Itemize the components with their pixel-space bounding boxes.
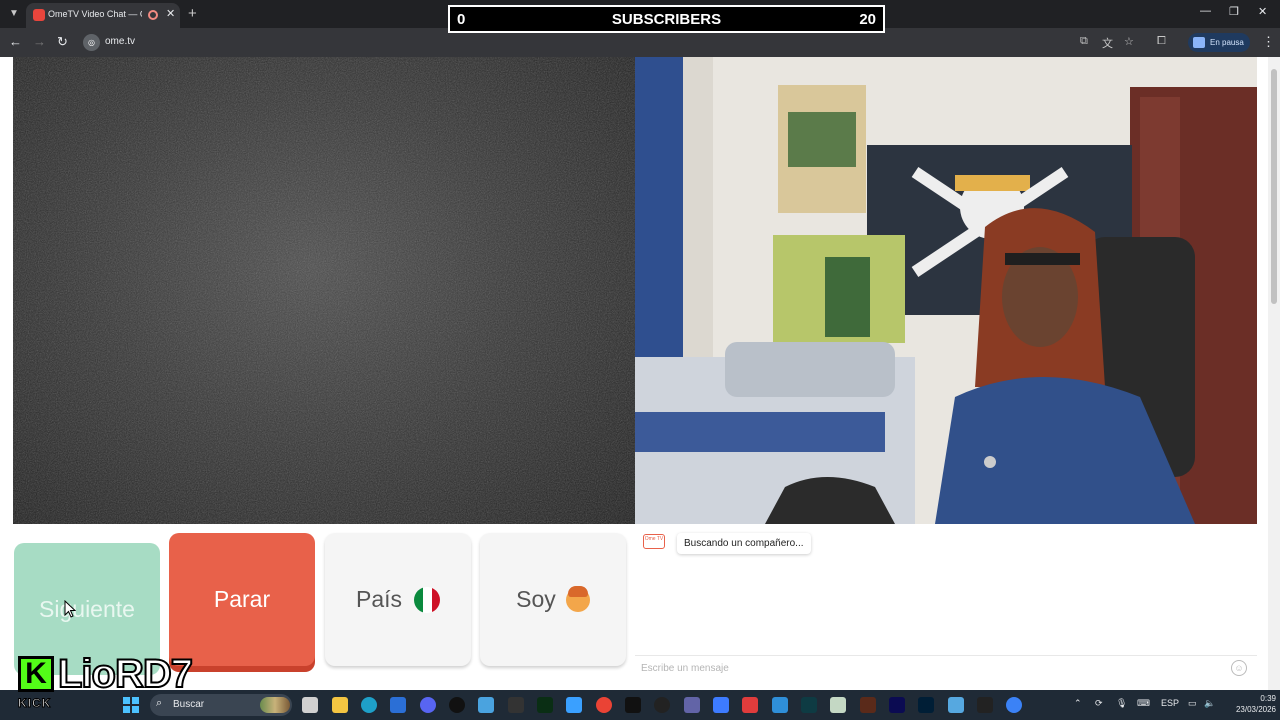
stop-button[interactable]: Parar bbox=[169, 533, 315, 666]
boy-emoji-icon bbox=[565, 585, 590, 612]
mouse-cursor-icon bbox=[64, 600, 76, 618]
edge-browser-icon[interactable] bbox=[361, 697, 377, 713]
translate-icon[interactable]: 文 bbox=[1102, 35, 1113, 51]
app-icon-8[interactable] bbox=[948, 697, 964, 713]
tab-search-icon[interactable]: ▼ bbox=[6, 6, 22, 22]
tiktok-icon[interactable] bbox=[625, 697, 641, 713]
app-icon-10[interactable] bbox=[1006, 697, 1022, 713]
subs-title: SUBSCRIBERS bbox=[611, 11, 722, 28]
premiere-icon[interactable] bbox=[889, 697, 905, 713]
chat-input-bar: ☺ bbox=[635, 655, 1257, 679]
epic-games-icon[interactable] bbox=[508, 697, 524, 713]
kick-logo-icon: K bbox=[18, 656, 54, 692]
mexico-flag-icon bbox=[414, 586, 441, 613]
stranger-video-static bbox=[13, 57, 635, 524]
discord-icon[interactable] bbox=[420, 697, 436, 713]
back-arrow-icon[interactable]: ← bbox=[9, 34, 22, 49]
scrollbar-thumb[interactable] bbox=[1271, 69, 1277, 304]
tray-mic-icon[interactable]: 🎙 bbox=[1116, 698, 1127, 709]
app-icon-7[interactable] bbox=[801, 697, 817, 713]
maximize-button[interactable]: ❐ bbox=[1229, 5, 1239, 18]
tab-title: OmeTV Video Chat — Ome bbox=[48, 9, 142, 19]
obs-icon[interactable] bbox=[449, 697, 465, 713]
gender-filter-button[interactable]: Soy bbox=[480, 533, 626, 666]
gender-label: Soy bbox=[516, 586, 556, 612]
address-bar[interactable]: ome.tv bbox=[105, 36, 135, 47]
profile-avatar bbox=[1193, 37, 1205, 48]
ometv-page: Siguiente Parar País Soy Ome TV Buscando… bbox=[0, 57, 1280, 690]
app-icon-6[interactable] bbox=[772, 697, 788, 713]
volume-icon[interactable]: 🔈 bbox=[1204, 698, 1215, 709]
page-scrollbar[interactable] bbox=[1268, 57, 1280, 690]
app-icon-5[interactable] bbox=[742, 697, 758, 713]
close-window-button[interactable]: ✕ bbox=[1258, 5, 1267, 18]
app-icon-3[interactable] bbox=[654, 697, 670, 713]
streamlabs-icon[interactable] bbox=[537, 697, 553, 713]
tab-close-icon[interactable]: ✕ bbox=[166, 7, 175, 20]
self-webcam-video bbox=[635, 57, 1257, 524]
tray-chevron-icon[interactable]: ⌃ bbox=[1074, 698, 1082, 709]
subscribers-goal-overlay: 0 SUBSCRIBERS 20 bbox=[448, 5, 885, 33]
install-app-icon[interactable]: ⧉ bbox=[1080, 35, 1088, 48]
chat-message-input[interactable] bbox=[641, 660, 1201, 676]
app-icon-1[interactable] bbox=[478, 697, 494, 713]
emoji-picker-icon[interactable]: ☺ bbox=[1231, 660, 1247, 676]
subs-goal-count: 20 bbox=[859, 11, 876, 28]
taskbar-clock[interactable]: 0:39 23/03/2026 bbox=[1228, 693, 1276, 715]
site-info-icon[interactable]: ◎ bbox=[83, 34, 100, 51]
photoshop-icon[interactable] bbox=[918, 697, 934, 713]
task-view-icon[interactable] bbox=[302, 697, 318, 713]
app-icon-2[interactable] bbox=[566, 697, 582, 713]
clock-date: 23/03/2026 bbox=[1235, 705, 1276, 714]
stop-label: Parar bbox=[213, 586, 271, 612]
webcam-scene bbox=[635, 57, 1257, 524]
browser-menu-icon[interactable]: ⋮ bbox=[1262, 34, 1275, 50]
game-icon[interactable] bbox=[860, 697, 876, 713]
tray-keyboard-icon[interactable]: ⌨ bbox=[1137, 698, 1150, 709]
file-explorer-icon[interactable] bbox=[332, 697, 348, 713]
minimize-button[interactable]: — bbox=[1200, 5, 1211, 17]
bookmark-star-icon[interactable]: ☆ bbox=[1124, 35, 1134, 48]
kick-channel-name: LioRD7 bbox=[57, 651, 194, 697]
chrome-icon[interactable] bbox=[596, 697, 612, 713]
kick-stream-overlay: K KICK LioRD7 bbox=[17, 651, 194, 712]
profile-pause-button[interactable]: En pausa bbox=[1188, 33, 1250, 52]
app-icon-4[interactable] bbox=[713, 697, 729, 713]
language-indicator[interactable]: ESP bbox=[1161, 698, 1179, 708]
windows-taskbar: ⌕ Buscar ⌃ ⟳ 🎙 ⌨ ESP ▭ 🔈 0:39 23/03/2026 bbox=[0, 690, 1280, 720]
new-tab-button[interactable]: + bbox=[188, 5, 197, 22]
extensions-icon[interactable]: ⧠ bbox=[1157, 35, 1166, 48]
clock-time: 0:39 bbox=[1260, 694, 1276, 703]
notepad-icon[interactable] bbox=[830, 697, 846, 713]
tray-sync-icon[interactable]: ⟳ bbox=[1095, 698, 1103, 709]
ometv-favicon-icon bbox=[33, 9, 45, 21]
reload-icon[interactable]: ↻ bbox=[57, 34, 68, 50]
store-icon[interactable] bbox=[390, 697, 406, 713]
country-filter-button[interactable]: País bbox=[325, 533, 471, 666]
network-icon[interactable]: ▭ bbox=[1188, 698, 1197, 709]
chat-status-message: Buscando un compañero... bbox=[677, 533, 811, 554]
next-label: Siguiente bbox=[39, 595, 135, 622]
profile-status-label: En pausa bbox=[1210, 38, 1244, 47]
recording-indicator-icon bbox=[148, 10, 158, 20]
forward-arrow-icon[interactable]: → bbox=[33, 34, 46, 49]
teams-icon[interactable] bbox=[684, 697, 700, 713]
app-icon-9[interactable] bbox=[977, 697, 993, 713]
static-noise bbox=[13, 57, 635, 524]
kick-platform-label: KICK bbox=[17, 696, 52, 711]
country-label: País bbox=[355, 586, 403, 612]
browser-tab[interactable]: OmeTV Video Chat — Ome ✕ bbox=[26, 3, 180, 28]
search-highlight-image bbox=[260, 697, 290, 713]
ometv-chat-logo: Ome TV bbox=[643, 534, 665, 549]
